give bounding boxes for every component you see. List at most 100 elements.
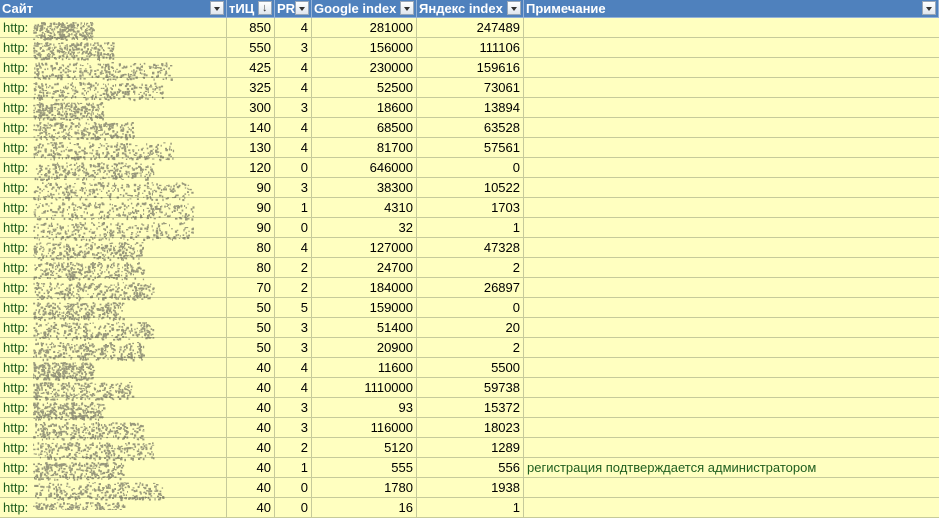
header-label: тИЦ (229, 1, 255, 16)
filter-dropdown-icon[interactable] (400, 1, 414, 15)
google-index-cell: 16 (312, 498, 417, 517)
site-cell[interactable]: http: (0, 38, 227, 57)
site-cell[interactable]: http: (0, 418, 227, 437)
site-cell[interactable]: http: (0, 198, 227, 217)
yandex-index-cell: 111106 (417, 38, 524, 57)
tic-cell: 40 (227, 438, 275, 457)
site-cell[interactable]: http: (0, 338, 227, 357)
note-cell (524, 158, 939, 177)
sort-descending-icon[interactable] (258, 0, 272, 17)
pr-cell: 5 (275, 298, 312, 317)
site-cell[interactable]: http: (0, 398, 227, 417)
pr-cell: 4 (275, 118, 312, 137)
google-index-cell: 281000 (312, 18, 417, 37)
header-note[interactable]: Примечание (524, 0, 939, 17)
table-row[interactable]: http: 325 4 52500 73061 (0, 78, 939, 98)
site-cell[interactable]: http: (0, 498, 227, 517)
table-row[interactable]: http: 40 2 5120 1289 (0, 438, 939, 458)
google-index-cell: 156000 (312, 38, 417, 57)
tic-cell: 40 (227, 458, 275, 477)
google-index-cell: 4310 (312, 198, 417, 217)
site-cell[interactable]: http: (0, 378, 227, 397)
table-row[interactable]: http: 40 0 16 1 (0, 498, 939, 518)
note-cell (524, 58, 939, 77)
google-index-cell: 5120 (312, 438, 417, 457)
table-row[interactable]: http: 40 4 11600 5500 (0, 358, 939, 378)
table-row[interactable]: http: 50 3 20900 2 (0, 338, 939, 358)
site-cell[interactable]: http: (0, 158, 227, 177)
yandex-index-cell: 5500 (417, 358, 524, 377)
site-cell[interactable]: http: (0, 58, 227, 77)
table-row[interactable]: http: 40 3 93 15372 (0, 398, 939, 418)
tic-cell: 90 (227, 178, 275, 197)
header-tic[interactable]: тИЦ (227, 0, 275, 17)
site-cell[interactable]: http: (0, 18, 227, 37)
site-cell[interactable]: http: (0, 218, 227, 237)
site-cell[interactable]: http: (0, 478, 227, 497)
note-cell (524, 98, 939, 117)
site-cell[interactable]: http: (0, 258, 227, 277)
table-row[interactable]: http: 40 1 555 556 регистрация подтверждается… (0, 458, 939, 478)
filter-dropdown-icon[interactable] (507, 1, 521, 15)
header-pr[interactable]: PR (275, 0, 312, 17)
table-row[interactable]: http: 50 5 159000 0 (0, 298, 939, 318)
table-row[interactable]: http: 40 0 1780 1938 (0, 478, 939, 498)
yandex-index-cell: 20 (417, 318, 524, 337)
note-cell (524, 498, 939, 517)
yandex-index-cell: 15372 (417, 398, 524, 417)
pr-cell: 4 (275, 378, 312, 397)
pr-cell: 4 (275, 138, 312, 157)
table-row[interactable]: http: 140 4 68500 63528 (0, 118, 939, 138)
site-cell[interactable]: http: (0, 318, 227, 337)
site-cell[interactable]: http: (0, 458, 227, 477)
table-row[interactable]: http: 550 3 156000 111106 (0, 38, 939, 58)
note-cell (524, 218, 939, 237)
note-cell (524, 18, 939, 37)
site-cell[interactable]: http: (0, 118, 227, 137)
note-cell (524, 478, 939, 497)
table-row[interactable]: http: 40 4 1110000 59738 (0, 378, 939, 398)
site-cell[interactable]: http: (0, 98, 227, 117)
google-index-cell: 159000 (312, 298, 417, 317)
table-row[interactable]: http: 130 4 81700 57561 (0, 138, 939, 158)
table-row[interactable]: http: 300 3 18600 13894 (0, 98, 939, 118)
table-row[interactable]: http: 70 2 184000 26897 (0, 278, 939, 298)
header-site[interactable]: Сайт (0, 0, 227, 17)
table-row[interactable]: http: 90 3 38300 10522 (0, 178, 939, 198)
table-row[interactable]: http: 425 4 230000 159616 (0, 58, 939, 78)
table-row[interactable]: http: 50 3 51400 20 (0, 318, 939, 338)
filter-dropdown-icon[interactable] (210, 1, 224, 15)
filter-dropdown-icon[interactable] (922, 1, 936, 15)
header-yandex[interactable]: Яндекс index (417, 0, 524, 17)
site-cell[interactable]: http: (0, 298, 227, 317)
yandex-index-cell: 2 (417, 338, 524, 357)
table-row[interactable]: http: 90 0 32 1 (0, 218, 939, 238)
note-cell (524, 138, 939, 157)
tic-cell: 40 (227, 498, 275, 517)
table-row[interactable]: http: 90 1 4310 1703 (0, 198, 939, 218)
pr-cell: 0 (275, 218, 312, 237)
yandex-index-cell: 26897 (417, 278, 524, 297)
site-cell[interactable]: http: (0, 138, 227, 157)
site-cell[interactable]: http: (0, 358, 227, 377)
google-index-cell: 81700 (312, 138, 417, 157)
table-row[interactable]: http: 850 4 281000 247489 (0, 18, 939, 38)
header-row: Сайт тИЦ PR Google index Яндекс index Пр… (0, 0, 939, 18)
note-cell (524, 318, 939, 337)
site-cell[interactable]: http: (0, 78, 227, 97)
table-row[interactable]: http: 40 3 116000 18023 (0, 418, 939, 438)
header-label: Примечание (526, 1, 606, 16)
note-cell (524, 438, 939, 457)
note-cell: регистрация подтверждается администратор… (527, 460, 817, 475)
note-cell (524, 78, 939, 97)
header-google[interactable]: Google index (312, 0, 417, 17)
table-row[interactable]: http: 80 4 127000 47328 (0, 238, 939, 258)
filter-dropdown-icon[interactable] (295, 1, 309, 15)
table-row[interactable]: http: 80 2 24700 2 (0, 258, 939, 278)
site-cell[interactable]: http: (0, 278, 227, 297)
pr-cell: 3 (275, 318, 312, 337)
site-cell[interactable]: http: (0, 238, 227, 257)
site-cell[interactable]: http: (0, 438, 227, 457)
site-cell[interactable]: http: (0, 178, 227, 197)
table-row[interactable]: http: 120 0 646000 0 (0, 158, 939, 178)
